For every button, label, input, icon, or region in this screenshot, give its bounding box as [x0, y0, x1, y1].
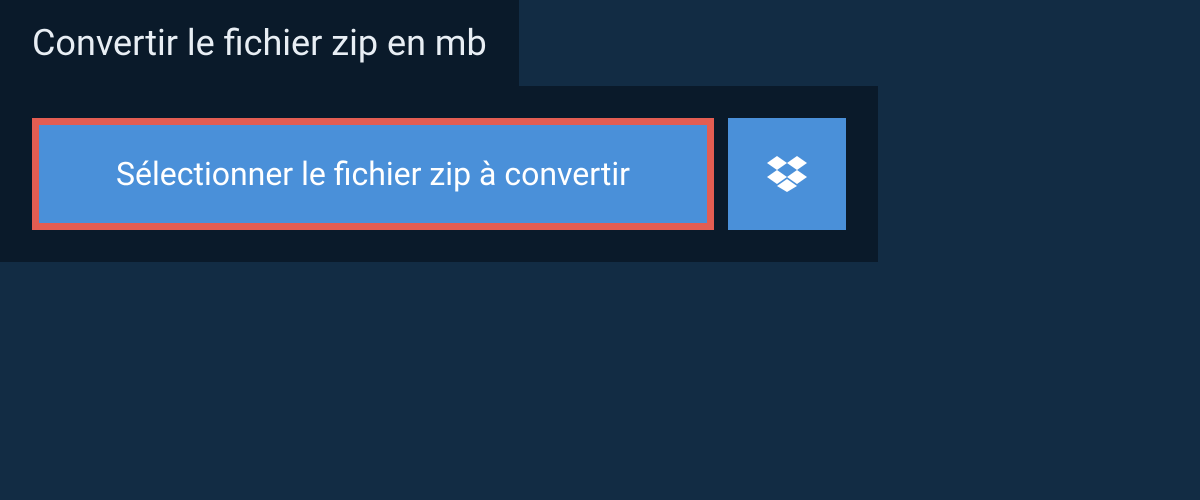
- dropbox-icon: [767, 156, 807, 192]
- select-file-label: Sélectionner le fichier zip à convertir: [116, 155, 630, 193]
- dropbox-button[interactable]: [728, 118, 846, 230]
- select-file-button[interactable]: Sélectionner le fichier zip à convertir: [32, 118, 714, 230]
- page-title: Convertir le fichier zip en mb: [32, 22, 487, 64]
- upload-panel: Sélectionner le fichier zip à convertir: [0, 86, 878, 262]
- page-title-tab: Convertir le fichier zip en mb: [0, 0, 519, 86]
